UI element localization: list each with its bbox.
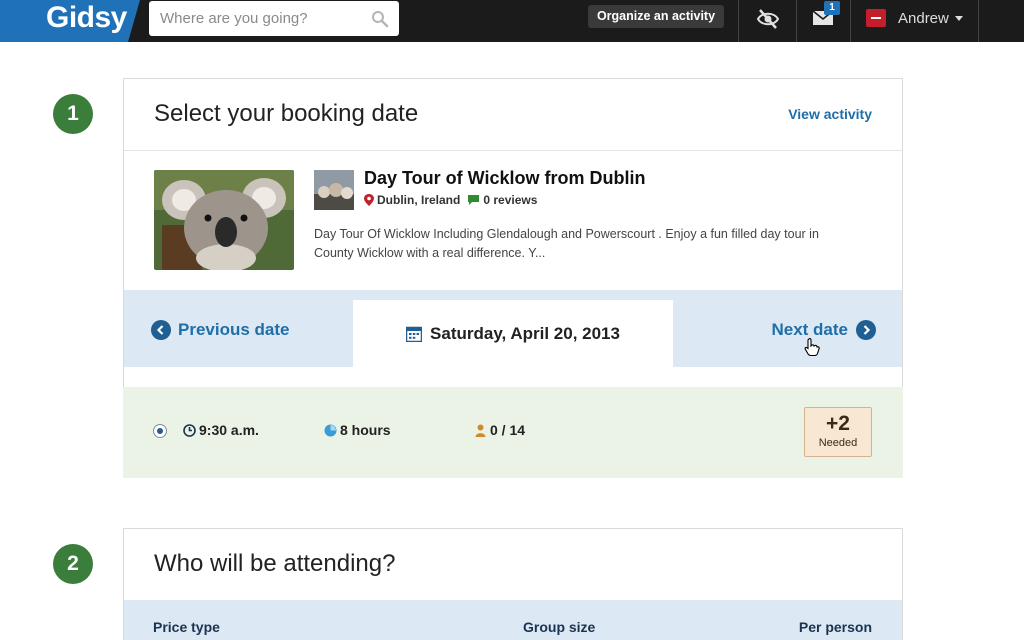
- step-number-1: 1: [53, 94, 93, 134]
- needed-badge: +2 Needed: [804, 407, 872, 457]
- activity-reviews[interactable]: 0 reviews: [483, 193, 537, 207]
- price-table-header: Price type Group size Per person: [124, 600, 902, 640]
- chevron-down-icon: [954, 15, 963, 21]
- step-number-2: 2: [53, 544, 93, 584]
- user-avatar-icon: [866, 9, 886, 27]
- clock-icon: [183, 423, 196, 437]
- section-title: Select your booking date: [154, 100, 419, 127]
- gidsy-logo[interactable]: Gidsy: [0, 0, 140, 42]
- nav-divider: [850, 0, 851, 42]
- duration-icon: [324, 424, 337, 436]
- activity-location: Dublin, Ireland: [377, 193, 461, 207]
- person-icon: [475, 424, 486, 437]
- host-thumbnail[interactable]: [314, 170, 354, 210]
- date-navigator: Previous date Saturday, April 20, 2013 N…: [124, 290, 902, 367]
- attendees-card: Who will be attending? Price type Group …: [123, 528, 903, 640]
- next-date-button[interactable]: Next date: [771, 320, 876, 340]
- message-count-badge: 1: [824, 1, 840, 15]
- time-slot-radio[interactable]: [153, 424, 167, 438]
- next-date-label[interactable]: Next date: [771, 320, 848, 340]
- slot-capacity: 0 / 14: [474, 422, 525, 438]
- slot-time: 9:30 a.m.: [183, 422, 259, 438]
- activity-meta: Dublin, Ireland 0 reviews: [364, 193, 537, 207]
- user-name[interactable]: Andrew: [898, 10, 949, 27]
- current-date-label: Saturday, April 20, 2013: [430, 323, 620, 343]
- user-menu[interactable]: Andrew: [866, 8, 963, 28]
- logo-text[interactable]: Gidsy: [46, 1, 127, 35]
- time-slot-row[interactable]: 9:30 a.m. 8 hours 0 / 14 +2 Needed: [123, 387, 903, 478]
- needed-label: Needed: [818, 437, 858, 449]
- section-title: Who will be attending?: [154, 550, 396, 577]
- activity-photo-koala[interactable]: [154, 170, 294, 270]
- nav-divider: [796, 0, 797, 42]
- previous-date-button[interactable]: Previous date: [151, 320, 290, 340]
- chevron-right-icon: [856, 320, 876, 340]
- needed-count: +2: [826, 412, 850, 435]
- chevron-left-icon: [151, 320, 171, 340]
- search-icon[interactable]: [371, 10, 389, 28]
- divider: [124, 150, 902, 151]
- current-date[interactable]: Saturday, April 20, 2013: [353, 300, 673, 367]
- hidden-eye-icon[interactable]: [756, 7, 780, 31]
- column-per-person: Per person: [798, 619, 872, 635]
- view-activity-link[interactable]: View activity: [788, 106, 872, 122]
- search-input[interactable]: [149, 1, 349, 36]
- previous-date-label[interactable]: Previous date: [178, 320, 290, 340]
- slot-capacity-label: 0 / 14: [490, 422, 526, 438]
- activity-description: Day Tour Of Wicklow Including Glendaloug…: [314, 227, 819, 260]
- nav-divider: [978, 0, 979, 42]
- slot-time-label: 9:30 a.m.: [199, 422, 259, 438]
- slot-duration: 8 hours: [324, 422, 391, 438]
- slot-duration-label: 8 hours: [340, 422, 391, 438]
- booking-date-card: Select your booking date View activity D…: [123, 78, 903, 388]
- hand-cursor-icon: [804, 338, 820, 356]
- review-bubble-icon: [468, 195, 480, 205]
- calendar-icon: [406, 326, 423, 342]
- search-box[interactable]: [149, 1, 399, 36]
- nav-divider: [738, 0, 739, 42]
- activity-title[interactable]: Day Tour of Wicklow from Dublin: [364, 168, 646, 189]
- column-price-type: Price type: [153, 619, 220, 635]
- organize-activity-button[interactable]: Organize an activity: [588, 5, 724, 28]
- column-group-size: Group size: [523, 619, 596, 635]
- location-pin-icon: [364, 194, 374, 206]
- top-nav: Gidsy Organize an activity 1 Andrew: [0, 0, 1024, 42]
